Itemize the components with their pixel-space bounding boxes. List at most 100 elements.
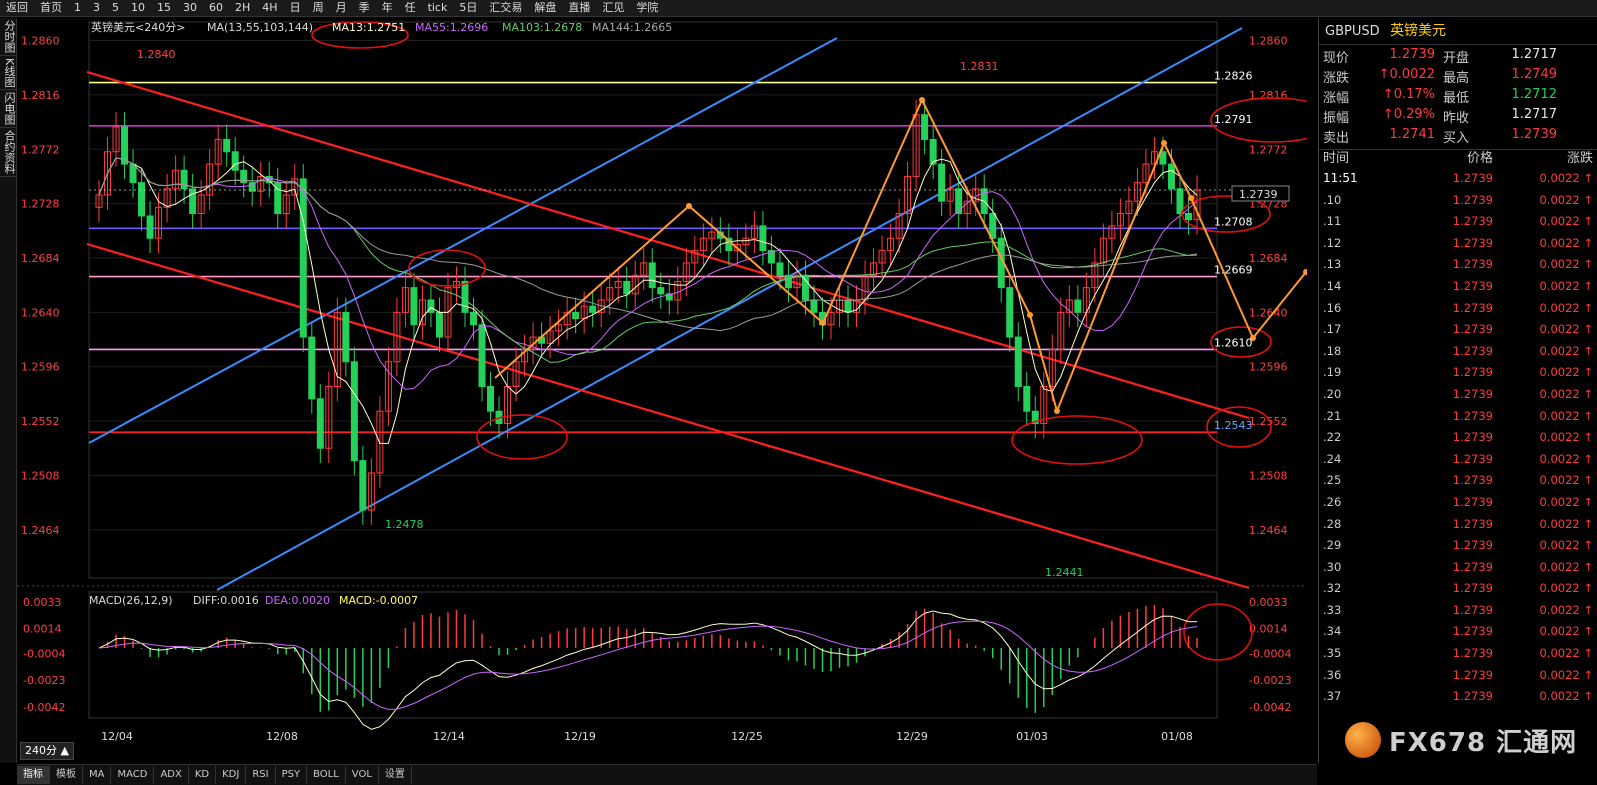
candle-body bbox=[410, 287, 418, 326]
toolbar-item[interactable]: 30 bbox=[177, 0, 203, 16]
chart-svg[interactable]: 1.2860 1.2860 1.2816 1.2816 1.2772 1.2772 1.27… bbox=[17, 18, 1336, 753]
toolbar-item[interactable]: 月 bbox=[330, 0, 353, 16]
tick-time: .34 bbox=[1323, 624, 1342, 639]
toolbar-item[interactable]: 15 bbox=[151, 0, 177, 16]
zigzag-vertex bbox=[1250, 335, 1256, 341]
toolbar-item[interactable]: 汇交易 bbox=[483, 0, 528, 16]
quote-label: 买入 bbox=[1443, 131, 1470, 146]
highlight-ellipse bbox=[1183, 603, 1253, 661]
left-tab[interactable]: 分时图 bbox=[0, 18, 16, 56]
toolbar-item[interactable]: 3 bbox=[87, 0, 106, 16]
toolbar-item[interactable]: 年 bbox=[376, 0, 399, 16]
x-tick: 12/04 bbox=[101, 730, 133, 743]
tick-change: 0.0022 ↑ bbox=[1539, 235, 1593, 250]
indicator-tab[interactable]: RSI bbox=[246, 766, 276, 784]
candle-body bbox=[810, 299, 818, 313]
quote-label: 振幅 bbox=[1323, 111, 1350, 126]
y-tick-right: 1.2552 bbox=[1249, 415, 1288, 428]
tick-change: 0.0022 ↑ bbox=[1539, 171, 1593, 185]
tick-price: 1.2739 bbox=[1452, 257, 1493, 272]
toolbar-item[interactable]: 10 bbox=[125, 0, 151, 16]
tick-row: .11 1.2739 0.0022 ↑ bbox=[1319, 211, 1597, 233]
indicator-tab[interactable]: KD bbox=[189, 766, 217, 784]
candle-body bbox=[359, 460, 367, 511]
macd-tick-right: 0.0033 bbox=[1249, 596, 1288, 609]
indicator-tab[interactable]: MACD bbox=[111, 766, 155, 784]
toolbar-item[interactable]: 学院 bbox=[630, 0, 664, 16]
toolbar-item[interactable]: 返回 bbox=[0, 0, 34, 16]
tick-time: .24 bbox=[1323, 451, 1342, 466]
candle-body bbox=[350, 361, 358, 462]
y-tick-left: 1.2728 bbox=[21, 198, 60, 211]
toolbar-item[interactable]: 5 bbox=[106, 0, 125, 16]
logo-icon bbox=[1345, 722, 1381, 758]
tick-price: 1.2739 bbox=[1452, 516, 1493, 531]
highlight-ellipse bbox=[408, 249, 486, 287]
toolbar-item[interactable]: 4H bbox=[256, 0, 283, 16]
zigzag-vertex bbox=[1027, 312, 1033, 318]
period-selector[interactable]: 240分 ▲ bbox=[20, 742, 74, 760]
indicator-tab[interactable]: VOL bbox=[346, 766, 379, 784]
y-tick-right: 1.2640 bbox=[1249, 306, 1288, 319]
tick-row: .35 1.2739 0.0022 ↑ bbox=[1319, 643, 1597, 665]
x-tick: 12/14 bbox=[433, 730, 465, 743]
toolbar-item[interactable]: 1 bbox=[68, 0, 87, 16]
dea-line bbox=[98, 620, 1198, 710]
toolbar-item[interactable]: 5日 bbox=[453, 0, 483, 16]
tick-change: 0.0022 ↑ bbox=[1539, 451, 1593, 466]
level-label: 1.2543 bbox=[1214, 419, 1253, 432]
toolbar-item[interactable]: 日 bbox=[284, 0, 307, 16]
toolbar-item[interactable]: 任 bbox=[399, 0, 422, 16]
indicator-tab[interactable]: PSY bbox=[276, 766, 308, 784]
tick-change: 0.0022 ↑ bbox=[1539, 667, 1593, 682]
toolbar-item[interactable]: 60 bbox=[203, 0, 229, 16]
tick-change: 0.0022 ↑ bbox=[1539, 602, 1593, 617]
tick-time: .17 bbox=[1323, 322, 1342, 337]
tick-price: 1.2739 bbox=[1452, 365, 1493, 380]
left-tab[interactable]: 闪电图 bbox=[0, 90, 16, 129]
macd-tick-left: -0.0023 bbox=[23, 674, 65, 687]
tick-price: 1.2739 bbox=[1452, 689, 1493, 704]
indicator-tab[interactable]: 设置 bbox=[379, 766, 412, 784]
toolbar-item[interactable]: 解盘 bbox=[528, 0, 562, 16]
zigzag-vertex bbox=[1161, 140, 1167, 146]
y-tick-right: 1.2860 bbox=[1249, 35, 1288, 48]
x-tick: 12/25 bbox=[731, 730, 763, 743]
quote-value: ↑0.0022 bbox=[1378, 67, 1435, 82]
toolbar-item[interactable]: 季 bbox=[353, 0, 376, 16]
candle-body bbox=[784, 274, 792, 289]
toolbar-item[interactable]: 直播 bbox=[562, 0, 596, 16]
tick-row: .13 1.2739 0.0022 ↑ bbox=[1319, 254, 1597, 276]
zigzag-vertex bbox=[919, 97, 925, 103]
indicator-tab[interactable]: 指标 bbox=[17, 766, 50, 784]
candle-body bbox=[1167, 163, 1175, 190]
toolbar-item[interactable]: 周 bbox=[307, 0, 330, 16]
indicator-tab[interactable]: ADX bbox=[154, 766, 189, 784]
toolbar-item[interactable]: 首页 bbox=[34, 0, 68, 16]
tick-price: 1.2739 bbox=[1452, 646, 1493, 661]
indicator-tab[interactable]: BOLL bbox=[307, 766, 346, 784]
tick-row: .29 1.2739 0.0022 ↑ bbox=[1319, 535, 1597, 557]
toolbar-item[interactable]: 2H bbox=[229, 0, 256, 16]
fx678-logo: FX678 汇通网 bbox=[1345, 718, 1590, 762]
tick-time: .32 bbox=[1323, 581, 1342, 596]
tick-time: .29 bbox=[1323, 538, 1342, 553]
y-tick-right: 1.2508 bbox=[1249, 469, 1288, 482]
left-tab[interactable]: K线图 bbox=[0, 56, 16, 91]
y-tick-right: 1.2464 bbox=[1249, 524, 1288, 537]
indicator-tab[interactable]: MA bbox=[83, 766, 112, 784]
quote-value: ↑0.29% bbox=[1382, 107, 1435, 122]
indicator-tab[interactable]: 模板 bbox=[50, 766, 83, 784]
tick-row: .21 1.2739 0.0022 ↑ bbox=[1319, 406, 1597, 428]
candle-body bbox=[1074, 299, 1082, 313]
candle-body bbox=[844, 299, 852, 313]
quote-label: 最高 bbox=[1443, 71, 1470, 86]
toolbar-item[interactable]: 汇见 bbox=[596, 0, 630, 16]
toolbar-item[interactable]: tick bbox=[422, 0, 454, 16]
price-chart[interactable]: 1.2860 1.2860 1.2816 1.2816 1.2772 1.2772 1.27… bbox=[17, 18, 1336, 753]
macd-diff: DIFF:0.0016 bbox=[193, 594, 259, 607]
indicator-tab[interactable]: KDJ bbox=[216, 766, 247, 784]
left-tab[interactable]: 合约资料 bbox=[0, 128, 16, 178]
tick-time: .19 bbox=[1323, 365, 1342, 380]
tick-change: 0.0022 ↑ bbox=[1539, 581, 1593, 596]
